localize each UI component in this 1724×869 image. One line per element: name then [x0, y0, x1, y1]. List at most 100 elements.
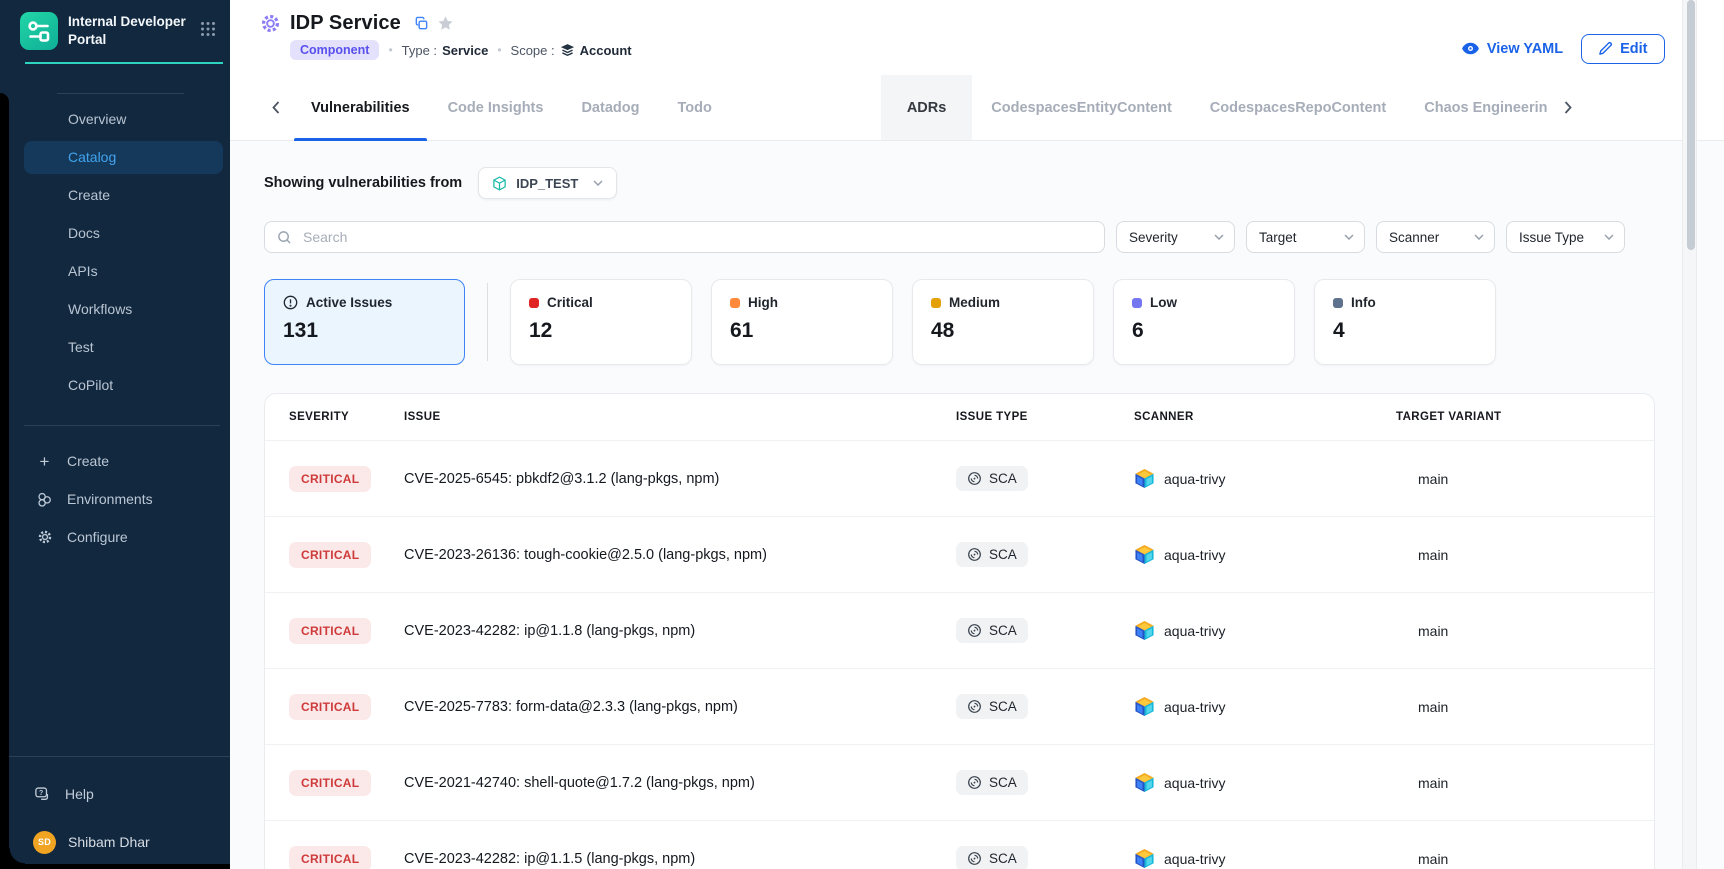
- sidebar-item-test[interactable]: Test: [0, 328, 230, 366]
- star-icon[interactable]: [437, 15, 454, 32]
- stat-label: Active Issues: [306, 295, 392, 310]
- sidebar-item-copilot[interactable]: CoPilot: [0, 366, 230, 404]
- severity-badge: CRITICAL: [289, 694, 371, 720]
- scanner-cell: aqua-trivy: [1134, 620, 1396, 641]
- info-dot: [1333, 298, 1343, 308]
- edit-button[interactable]: Edit: [1581, 34, 1664, 64]
- table-row[interactable]: CRITICAL CVE-2021-42740: shell-quote@1.7…: [265, 744, 1654, 820]
- severity-badge: CRITICAL: [289, 618, 371, 644]
- help-button[interactable]: ? Help: [0, 775, 230, 813]
- stat-value: 4: [1333, 319, 1477, 343]
- table-row[interactable]: CRITICAL CVE-2025-6545: pbkdf2@3.1.2 (la…: [265, 440, 1654, 516]
- source-label: IDP_TEST: [516, 176, 578, 191]
- tab-datadog[interactable]: Datadog: [562, 75, 658, 140]
- vulnerabilities-panel: Showing vulnerabilities from IDP_TEST: [230, 141, 1724, 869]
- search-box: [264, 221, 1105, 253]
- vulnerabilities-table: SEVERITY ISSUE ISSUE TYPE SCANNER TARGET…: [264, 393, 1655, 869]
- window-rounded-corner: [9, 848, 25, 864]
- issue-type-filter[interactable]: Issue Type: [1506, 221, 1625, 253]
- pencil-icon: [1598, 41, 1613, 56]
- stat-label: Medium: [949, 295, 1000, 310]
- trivy-icon: [1134, 468, 1155, 489]
- search-input[interactable]: [301, 228, 1092, 246]
- issue-type-chip: SCA: [956, 466, 1028, 491]
- table-row[interactable]: CRITICAL CVE-2023-26136: tough-cookie@2.…: [265, 516, 1654, 592]
- source-dropdown[interactable]: IDP_TEST: [478, 167, 617, 199]
- table-row[interactable]: CRITICAL CVE-2025-7783: form-data@2.3.3 …: [265, 668, 1654, 744]
- issue-cell: CVE-2025-7783: form-data@2.3.3 (lang-pkg…: [404, 699, 956, 715]
- view-yaml-button[interactable]: View YAML: [1461, 41, 1563, 57]
- scanner-filter[interactable]: Scanner: [1376, 221, 1495, 253]
- low-card[interactable]: Low 6: [1113, 279, 1295, 365]
- sidebar-action-create[interactable]: + Create: [0, 442, 230, 480]
- info-card[interactable]: Info 4: [1314, 279, 1496, 365]
- tab-code-insights[interactable]: Code Insights: [429, 75, 563, 140]
- divider: [9, 756, 230, 757]
- tab-codespaces-repo-content[interactable]: CodespacesRepoContent: [1191, 75, 1405, 140]
- medium-dot: [931, 298, 941, 308]
- circuit-logo-icon: [20, 12, 58, 50]
- dot-separator: •: [497, 43, 501, 57]
- scope-value: Account: [580, 43, 632, 58]
- apps-grid-icon[interactable]: [200, 21, 216, 42]
- severity-badge: CRITICAL: [289, 770, 371, 796]
- tab-todo[interactable]: Todo: [658, 75, 730, 140]
- tab-adrs[interactable]: ADRs: [881, 75, 972, 140]
- sidebar-item-apis[interactable]: APIs: [0, 252, 230, 290]
- portal-logo-icon[interactable]: [20, 12, 58, 50]
- issue-type-chip: SCA: [956, 694, 1028, 719]
- medium-card[interactable]: Medium 48: [912, 279, 1094, 365]
- tabs-scroll-left-chevron-icon[interactable]: [260, 75, 292, 140]
- edit-label: Edit: [1620, 41, 1647, 57]
- chevron-down-icon: [593, 180, 603, 186]
- sidebar-item-create[interactable]: Create: [0, 176, 230, 214]
- issue-cell: CVE-2025-6545: pbkdf2@3.1.2 (lang-pkgs, …: [404, 471, 956, 487]
- table-header-row: SEVERITY ISSUE ISSUE TYPE SCANNER TARGET…: [265, 394, 1654, 440]
- scanner-cell: aqua-trivy: [1134, 772, 1396, 793]
- scanner-cell: aqua-trivy: [1134, 544, 1396, 565]
- chevron-down-icon: [1474, 234, 1484, 240]
- stat-label: Info: [1351, 295, 1376, 310]
- scrollbar-thumb[interactable]: [1687, 0, 1695, 250]
- target-variant-cell: main: [1396, 699, 1654, 715]
- environments-icon: [36, 491, 53, 508]
- issue-cell: CVE-2023-26136: tough-cookie@2.5.0 (lang…: [404, 547, 956, 563]
- target-variant-cell: main: [1396, 471, 1654, 487]
- table-row[interactable]: CRITICAL CVE-2023-42282: ip@1.1.8 (lang-…: [265, 592, 1654, 668]
- severity-filter[interactable]: Severity: [1116, 221, 1235, 253]
- help-chat-icon: ?: [34, 786, 51, 803]
- filter-label: Issue Type: [1519, 230, 1584, 245]
- sidebar-item-overview[interactable]: Overview: [0, 100, 230, 138]
- table-row[interactable]: CRITICAL CVE-2023-42282: ip@1.1.5 (lang-…: [265, 820, 1654, 869]
- stat-value: 48: [931, 319, 1075, 343]
- sidebar-action-environments[interactable]: Environments: [0, 480, 230, 518]
- gear-icon: [36, 529, 53, 545]
- sidebar-item-workflows[interactable]: Workflows: [0, 290, 230, 328]
- stat-value: 12: [529, 319, 673, 343]
- issue-type-chip: SCA: [956, 770, 1028, 795]
- trivy-icon: [1134, 544, 1155, 565]
- critical-card[interactable]: Critical 12: [510, 279, 692, 365]
- target-filter[interactable]: Target: [1246, 221, 1365, 253]
- svg-text:?: ?: [39, 790, 43, 797]
- trivy-icon: [1134, 772, 1155, 793]
- app-window: Internal Developer Portal Overview Catal…: [0, 0, 1724, 869]
- sidebar-action-configure[interactable]: Configure: [0, 518, 230, 556]
- tab-vulnerabilities[interactable]: Vulnerabilities: [292, 75, 429, 140]
- sidebar-item-docs[interactable]: Docs: [0, 214, 230, 252]
- sidebar: Internal Developer Portal Overview Catal…: [0, 0, 230, 869]
- stat-label: High: [748, 295, 778, 310]
- tabs-scroll-right-chevron-icon[interactable]: [1552, 75, 1584, 140]
- user-menu[interactable]: SD Shibam Dhar: [0, 827, 230, 857]
- dot-separator: •: [388, 43, 392, 57]
- high-card[interactable]: High 61: [711, 279, 893, 365]
- sidebar-item-catalog[interactable]: Catalog: [24, 141, 223, 174]
- desktop-edge-bottom: [0, 864, 230, 869]
- copy-icon[interactable]: [414, 16, 429, 31]
- tab-chaos-engineering[interactable]: Chaos Engineerin: [1405, 75, 1551, 140]
- tab-codespaces-entity-content[interactable]: CodespacesEntityContent: [972, 75, 1190, 140]
- severity-badge: CRITICAL: [289, 542, 371, 568]
- active-issues-card[interactable]: Active Issues 131: [264, 279, 465, 365]
- scanner-cell: aqua-trivy: [1134, 468, 1396, 489]
- page-title: IDP Service: [290, 12, 401, 35]
